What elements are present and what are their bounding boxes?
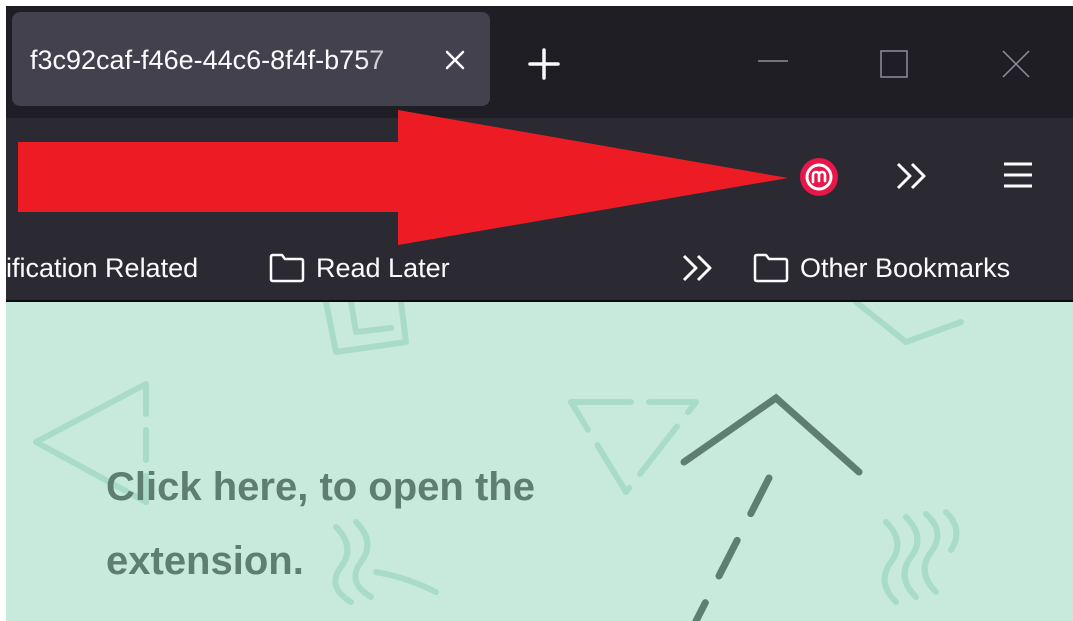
chevron-double-right-icon[interactable] — [678, 250, 718, 286]
chevron-double-right-icon[interactable] — [892, 158, 932, 194]
folder-icon — [269, 253, 305, 283]
active-tab[interactable]: f3c92caf-f46e-44c6-8f4f-b757 — [12, 12, 490, 106]
nav-toolbar — [6, 118, 1073, 236]
bookmark-label: Other Bookmarks — [800, 252, 1011, 283]
hint-text: Click here, to open the extension. — [106, 450, 666, 598]
bookmark-label: ification Related — [6, 252, 199, 283]
window-close-icon[interactable] — [1002, 50, 1030, 78]
m-logo-icon[interactable] — [798, 156, 840, 198]
browser-window: f3c92caf-f46e-44c6-8f4f-b757 ification R… — [6, 6, 1073, 621]
bookmark-folder-read-later[interactable]: Read Later — [268, 236, 450, 300]
bookmark-item[interactable]: ification Related — [6, 236, 198, 300]
bookmark-folder-other-bookmarks[interactable]: Other Bookmarks — [752, 236, 1010, 300]
hamburger-menu-icon[interactable] — [1002, 160, 1034, 190]
tab-title: f3c92caf-f46e-44c6-8f4f-b757 — [30, 45, 385, 75]
tab-close-icon[interactable] — [440, 45, 470, 75]
minimize-icon[interactable] — [758, 58, 788, 64]
hint-line: extension. — [106, 539, 304, 583]
bookmark-label: Read Later — [316, 252, 450, 283]
hint-line: Click here, to open the — [106, 465, 535, 509]
bookmarks-bar: ification Related Read Later Other Bookm… — [6, 236, 1073, 300]
tab-strip: f3c92caf-f46e-44c6-8f4f-b757 — [6, 6, 1073, 118]
page-content: Click here, to open the extension. — [6, 302, 1073, 621]
new-tab-icon[interactable] — [524, 44, 564, 84]
folder-icon — [753, 253, 789, 283]
maximize-icon[interactable] — [880, 50, 908, 78]
